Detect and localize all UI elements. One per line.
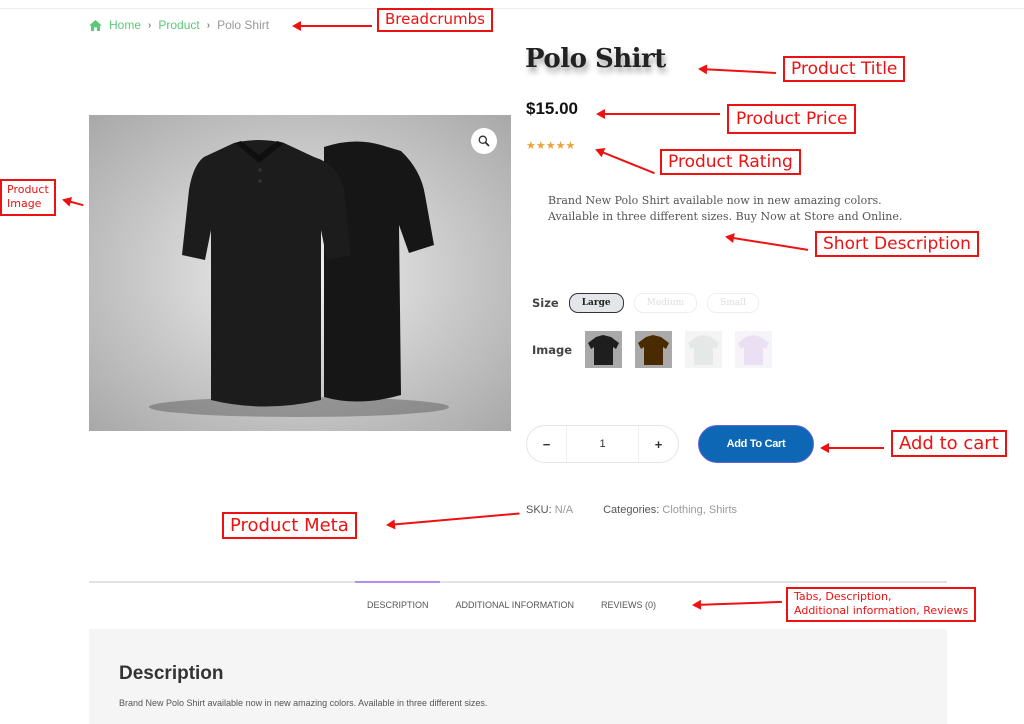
annotation-product-price: Product Price xyxy=(727,104,857,135)
annotation-product-meta: Product Meta xyxy=(222,512,357,540)
size-label: Size xyxy=(532,296,559,310)
breadcrumb-home-link[interactable]: Home xyxy=(109,18,141,32)
annotation-add-to-cart: Add to cart xyxy=(891,430,1007,458)
sku: SKU: N/A xyxy=(526,504,573,516)
annotation-text: Image xyxy=(7,197,42,211)
annotation-short-description: Short Description xyxy=(815,231,979,258)
quantity-input[interactable]: 1 xyxy=(566,426,639,462)
annotation-arrow xyxy=(820,443,884,453)
size-option-small[interactable]: Small xyxy=(707,293,759,313)
short-description-line: Available in three different sizes. Buy … xyxy=(548,210,903,223)
home-icon xyxy=(89,19,102,31)
description-heading: Description xyxy=(119,663,224,684)
annotation-breadcrumbs: Breadcrumbs xyxy=(377,8,493,32)
shirt-icon xyxy=(688,334,720,365)
image-options: Image xyxy=(532,331,773,368)
product-meta: SKU: N/A Categories: Clothing, Shirts xyxy=(526,504,737,516)
annotation-product-rating: Product Rating xyxy=(660,149,801,176)
tab-reviews[interactable]: REVIEWS (0) xyxy=(601,600,656,610)
categories: Categories: Clothing, Shirts xyxy=(603,504,737,516)
active-tab-indicator xyxy=(355,581,440,583)
image-swatch-white[interactable] xyxy=(685,331,723,368)
zoom-image-button[interactable] xyxy=(471,128,497,154)
product-tabs: DESCRIPTION ADDITIONAL INFORMATION REVIE… xyxy=(367,600,656,610)
description-panel: Description Brand New Polo Shirt availab… xyxy=(89,629,947,724)
tabs-divider xyxy=(89,581,947,583)
annotation-arrow xyxy=(699,68,776,74)
annotation-product-title: Product Title xyxy=(783,56,906,83)
annotation-arrow xyxy=(726,236,809,251)
annotation-text: Product xyxy=(7,183,49,196)
top-divider xyxy=(0,8,1024,9)
quantity-decrease-button[interactable]: − xyxy=(527,426,566,462)
size-option-medium[interactable]: Medium xyxy=(633,293,698,313)
polo-shirt-illustration xyxy=(149,140,449,417)
breadcrumb-current: Polo Shirt xyxy=(217,18,270,32)
categories-label: Categories: xyxy=(603,504,660,516)
sku-value: N/A xyxy=(554,504,574,516)
annotation-arrow xyxy=(596,149,655,175)
categories-links[interactable]: Clothing, Shirts xyxy=(662,504,737,516)
product-rating-stars: ★★★★★ xyxy=(526,140,576,152)
product-short-description: Brand New Polo Shirt available now in ne… xyxy=(548,193,948,225)
add-to-cart-button[interactable]: Add To Cart xyxy=(698,425,814,463)
size-options: Size Large Medium Small xyxy=(532,293,759,313)
chevron-right-icon: › xyxy=(148,19,152,31)
annotation-arrow xyxy=(596,109,720,119)
sku-label: SKU: xyxy=(526,504,552,516)
description-body: Brand New Polo Shirt available now in ne… xyxy=(119,698,488,708)
annotation-tabs: Tabs, Description, Additional informatio… xyxy=(786,587,977,622)
product-title: Polo Shirt xyxy=(525,44,666,74)
magnifier-icon xyxy=(478,135,490,147)
shirt-icon xyxy=(588,334,620,365)
product-price: $15.00 xyxy=(526,99,578,118)
breadcrumb-product-link[interactable]: Product xyxy=(158,18,199,32)
annotation-arrow xyxy=(292,21,372,31)
shirt-icon xyxy=(738,334,770,365)
image-label: Image xyxy=(532,342,573,357)
annotation-arrow xyxy=(63,199,84,207)
tab-additional-information[interactable]: ADDITIONAL INFORMATION xyxy=(456,600,575,610)
breadcrumb: Home › Product › Polo Shirt xyxy=(89,18,269,32)
shirt-icon xyxy=(638,334,670,365)
quantity-stepper: − 1 + xyxy=(526,425,679,463)
annotation-arrow xyxy=(693,600,782,606)
short-description-line: Brand New Polo Shirt available now in ne… xyxy=(548,194,882,207)
annotation-text: Tabs, Description, xyxy=(794,590,892,603)
annotation-product-image: Product Image xyxy=(0,179,56,216)
annotation-arrow xyxy=(387,512,520,526)
image-swatch-brown[interactable] xyxy=(635,331,673,368)
tab-description[interactable]: DESCRIPTION xyxy=(367,600,429,610)
image-swatch-black[interactable] xyxy=(585,331,623,368)
product-image[interactable] xyxy=(89,115,511,431)
image-swatch-lavender[interactable] xyxy=(735,331,773,368)
size-option-large[interactable]: Large xyxy=(568,293,624,313)
quantity-increase-button[interactable]: + xyxy=(639,426,678,462)
annotation-text: Additional information, Reviews xyxy=(794,604,969,618)
chevron-right-icon: › xyxy=(206,19,211,31)
